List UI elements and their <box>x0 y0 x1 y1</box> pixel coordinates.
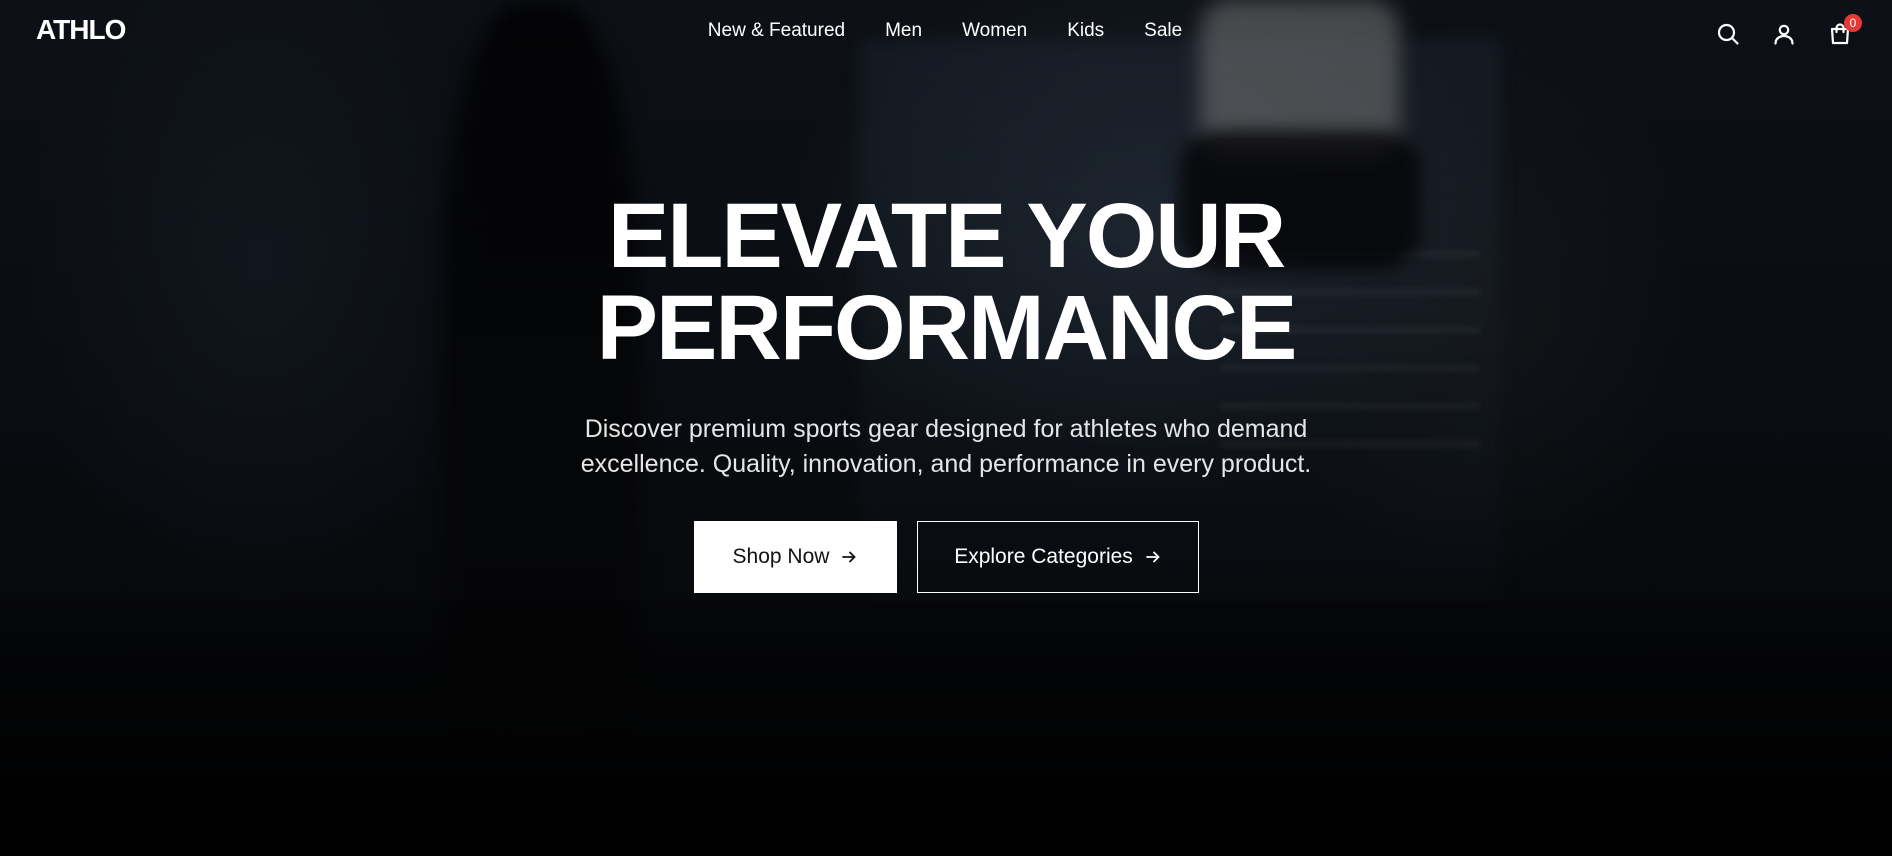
nav-item-kids[interactable]: Kids <box>1067 20 1104 42</box>
hero-title-line-1: ELEVATE YOUR <box>607 185 1286 287</box>
hero-section: ELEVATE YOUR PERFORMANCE Discover premiu… <box>0 190 1892 593</box>
user-icon <box>1774 24 1794 45</box>
nav-item-sale[interactable]: Sale <box>1144 20 1182 42</box>
search-button[interactable] <box>1712 18 1744 50</box>
nav-item-new-featured[interactable]: New & Featured <box>708 20 845 42</box>
hero-subtitle: Discover premium sports gear designed fo… <box>580 415 1312 478</box>
shop-now-button[interactable]: Shop Now <box>693 521 897 593</box>
search-icon <box>1717 23 1739 45</box>
explore-categories-button[interactable]: Explore Categories <box>916 521 1199 593</box>
nav-item-men[interactable]: Men <box>885 20 922 42</box>
cart-button[interactable]: 0 <box>1824 14 1862 50</box>
nav-item-women[interactable]: Women <box>962 20 1027 42</box>
hero-title-line-2: PERFORMANCE <box>596 277 1298 379</box>
page: ATHLO New & Featured Men Women Kids Sale <box>0 0 1892 856</box>
header-actions: 0 <box>1712 14 1862 50</box>
site-header: ATHLO New & Featured Men Women Kids Sale <box>0 0 1892 64</box>
nav-list: New & Featured Men Women Kids Sale <box>708 20 1182 42</box>
cta-buttons: Shop Now Explore Categories <box>0 521 1892 593</box>
arrow-right-icon <box>841 549 857 565</box>
account-button[interactable] <box>1768 18 1800 50</box>
main-nav: New & Featured Men Women Kids Sale <box>0 20 1892 42</box>
arrow-right-icon <box>1145 549 1161 565</box>
cart-count-badge: 0 <box>1844 14 1862 32</box>
explore-categories-label: Explore Categories <box>954 545 1133 568</box>
hero-title: ELEVATE YOUR PERFORMANCE <box>0 190 1892 374</box>
shop-now-label: Shop Now <box>732 545 830 568</box>
